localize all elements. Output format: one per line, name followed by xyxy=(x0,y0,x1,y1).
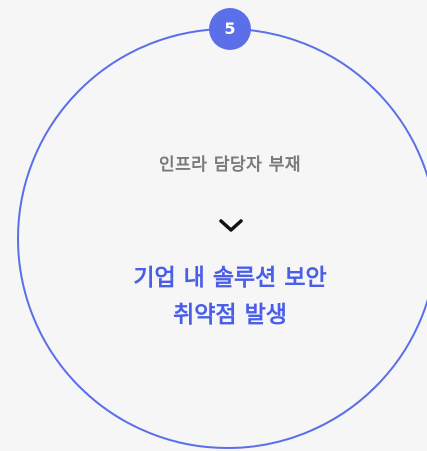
result-headline: 기업 내 솔루션 보안 취약점 발생 xyxy=(0,260,427,334)
headline-line-2: 취약점 발생 xyxy=(173,302,287,328)
cause-text: 인프라 담당자 부재 xyxy=(159,155,301,175)
headline-line-1: 기업 내 솔루션 보안 xyxy=(133,265,327,291)
step-number-badge: 5 xyxy=(209,8,251,50)
step-card: 5 인프라 담당자 부재 기업 내 솔루션 보안 취약점 발생 xyxy=(0,0,427,451)
circle-outline xyxy=(17,28,427,449)
chevron-down-icon xyxy=(219,219,243,232)
